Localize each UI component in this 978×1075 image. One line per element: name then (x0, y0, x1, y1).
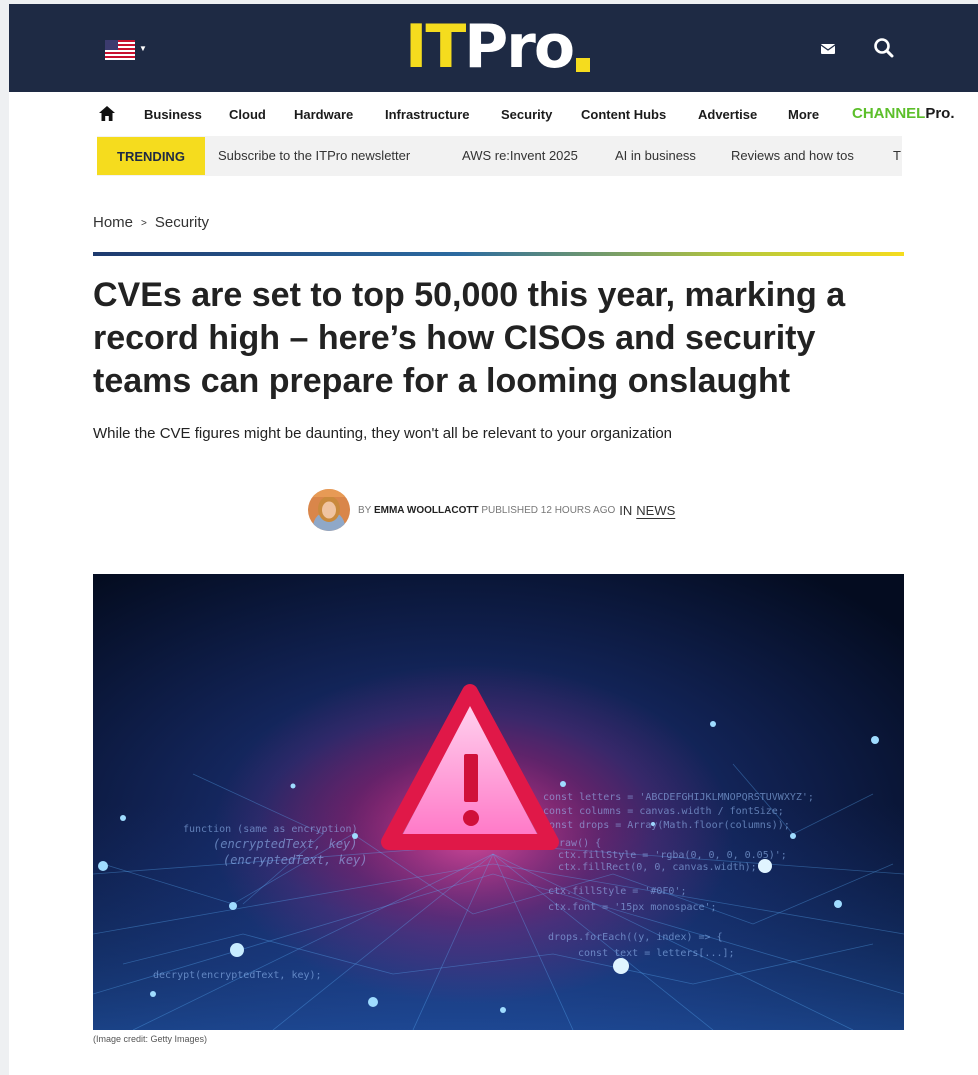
trending-item-reviews[interactable]: Reviews and how tos (731, 148, 854, 163)
site-logo[interactable]: IT Pro (405, 12, 591, 82)
svg-text:const columns = canvas.width /: const columns = canvas.width / fontSize; (543, 806, 784, 817)
svg-text:draw() {: draw() { (553, 838, 601, 849)
channelpro-pro-text: Pro. (925, 105, 955, 122)
breadcrumb-security[interactable]: Security (155, 214, 209, 231)
article-headline: CVEs are set to top 50,000 this year, ma… (93, 276, 846, 400)
byline-by: By (358, 504, 372, 516)
nav-item-content-hubs[interactable]: Content Hubs (581, 107, 666, 122)
trending-item-reinvent[interactable]: AWS re:Invent 2025 (462, 148, 578, 163)
us-flag-icon[interactable] (105, 40, 135, 60)
trending-item-ai-in-business[interactable]: AI in business (615, 148, 696, 163)
svg-text:const text = letters[...];: const text = letters[...]; (578, 948, 735, 959)
trending-item-newsletter[interactable]: Subscribe to the ITPro newsletter (218, 148, 410, 163)
nav-item-business[interactable]: Business (144, 107, 202, 122)
nav-item-security[interactable]: Security (501, 107, 552, 122)
nav-item-cloud[interactable]: Cloud (229, 107, 266, 122)
svg-text:ctx.fillStyle = 'rgba(0, 0, 0,: ctx.fillStyle = 'rgba(0, 0, 0, 0.05)'; (558, 850, 787, 861)
svg-text:const drops = Array(Math.floor: const drops = Array(Math.floor(columns))… (543, 820, 790, 831)
byline-in: IN (619, 502, 633, 518)
svg-text:decrypt(encryptedText, key);: decrypt(encryptedText, key); (153, 970, 322, 981)
trending-item-truncated[interactable]: T (893, 148, 901, 163)
category-link[interactable]: NEWS (636, 503, 675, 518)
svg-text:drops.forEach((y, index) => {: drops.forEach((y, index) => { (548, 932, 723, 943)
gradient-divider (93, 252, 904, 256)
page-frame: ▼ ITPro Business Cloud Hardware Infrast (9, 4, 978, 1075)
nav-item-advertise[interactable]: Advertise (698, 107, 757, 122)
site-header: ▼ IT Pro (9, 4, 978, 92)
search-icon[interactable] (873, 37, 895, 64)
region-dropdown-caret-icon[interactable]: ▼ (139, 44, 147, 53)
svg-text:const letters = 'ABCDEFGHIJKLM: const letters = 'ABCDEFGHIJKLMNOPQRSTUVW… (543, 792, 814, 803)
nav-item-hardware[interactable]: Hardware (294, 107, 353, 122)
home-icon[interactable] (99, 106, 115, 126)
svg-text:(encryptedText, key): (encryptedText, key) (213, 837, 358, 851)
svg-text:(encryptedText, key): (encryptedText, key) (223, 853, 368, 867)
channelpro-channel-text: CHANNEL (852, 105, 926, 122)
trending-label: TRENDING (97, 137, 205, 175)
svg-text:ctx.font = '15px monospace';: ctx.font = '15px monospace'; (548, 902, 717, 913)
article-byline: By Emma Woollacott Published 12 hours ag… (308, 488, 675, 532)
nav-item-more[interactable]: More (788, 107, 819, 122)
breadcrumb: Home > Security (93, 214, 209, 231)
main-nav: Business Cloud Hardware Infrastructure S… (9, 92, 978, 136)
trending-bar: TRENDING Subscribe to the ITPro newslett… (97, 136, 902, 176)
author-name-link[interactable]: Emma Woollacott (374, 505, 479, 516)
publish-time: Published 12 hours ago (481, 504, 616, 516)
logo-it: IT (405, 12, 466, 82)
mail-icon[interactable] (820, 41, 836, 59)
byline-text: By Emma Woollacott Published 12 hours ag… (358, 505, 615, 516)
svg-text:function (same as encryption): function (same as encryption) (183, 824, 358, 835)
channelpro-link[interactable]: CHANNELPro. (852, 105, 955, 122)
image-credit: (Image credit: Getty Images) (93, 1034, 208, 1044)
svg-text:ctx.fillRect(0, 0, canvas.widt: ctx.fillRect(0, 0, canvas.width); (558, 862, 757, 873)
svg-text:ctx.fillStyle = '#0F0';: ctx.fillStyle = '#0F0'; (548, 886, 686, 897)
nav-item-infrastructure[interactable]: Infrastructure (385, 107, 470, 122)
author-avatar[interactable] (308, 489, 350, 531)
hero-image: const letters = 'ABCDEFGHIJKLMNOPQRSTUVW… (93, 574, 904, 1030)
logo-pro: Pro (464, 12, 575, 82)
logo-dot (576, 58, 591, 72)
breadcrumb-home[interactable]: Home (93, 214, 133, 231)
breadcrumb-separator: > (141, 218, 147, 229)
article-standfirst: While the CVE figures might be daunting,… (93, 425, 673, 442)
